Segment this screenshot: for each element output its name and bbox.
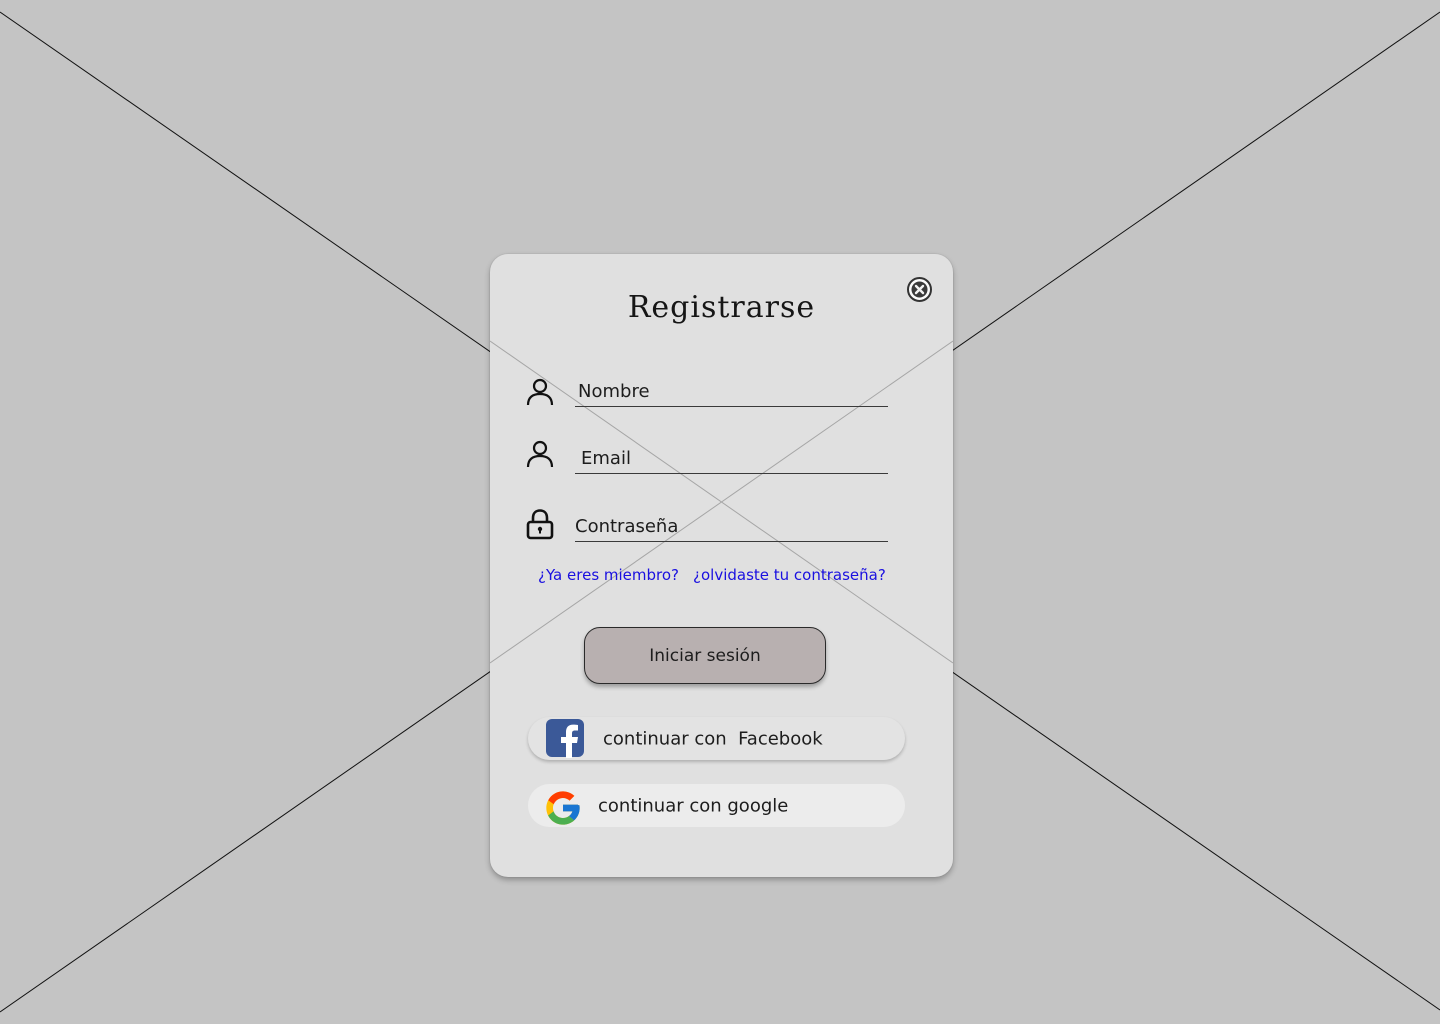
name-field-label: Nombre — [578, 381, 650, 402]
auth-links: ¿Ya eres miembro? ¿olvidaste tu contraseñ… — [538, 566, 886, 584]
email-field[interactable]: Email — [575, 437, 888, 474]
facebook-icon — [546, 719, 584, 758]
already-member-link[interactable]: ¿Ya eres miembro? — [538, 566, 679, 584]
lock-icon — [526, 509, 554, 540]
email-field-label: Email — [581, 448, 631, 469]
user-icon — [526, 440, 554, 468]
google-icon — [546, 791, 580, 825]
forgot-password-link[interactable]: ¿olvidaste tu contraseña? — [693, 566, 886, 584]
close-circle-icon — [907, 277, 932, 302]
name-field[interactable]: Nombre — [575, 370, 888, 407]
password-field-label: Contraseña — [575, 516, 679, 537]
register-modal: Registrarse Nombre Email Contraseña ¿Ya … — [490, 254, 953, 877]
user-icon — [526, 378, 554, 406]
modal-title: Registrarse — [627, 290, 816, 325]
facebook-button-label: continuar con Facebook — [603, 728, 823, 749]
facebook-login-button[interactable]: continuar con Facebook — [528, 717, 905, 760]
password-field[interactable]: Contraseña — [575, 505, 888, 542]
google-login-button[interactable]: continuar con google — [528, 784, 905, 827]
close-button[interactable] — [906, 276, 933, 303]
login-button[interactable]: Iniciar sesión — [584, 627, 826, 684]
google-button-label: continuar con google — [598, 795, 789, 816]
